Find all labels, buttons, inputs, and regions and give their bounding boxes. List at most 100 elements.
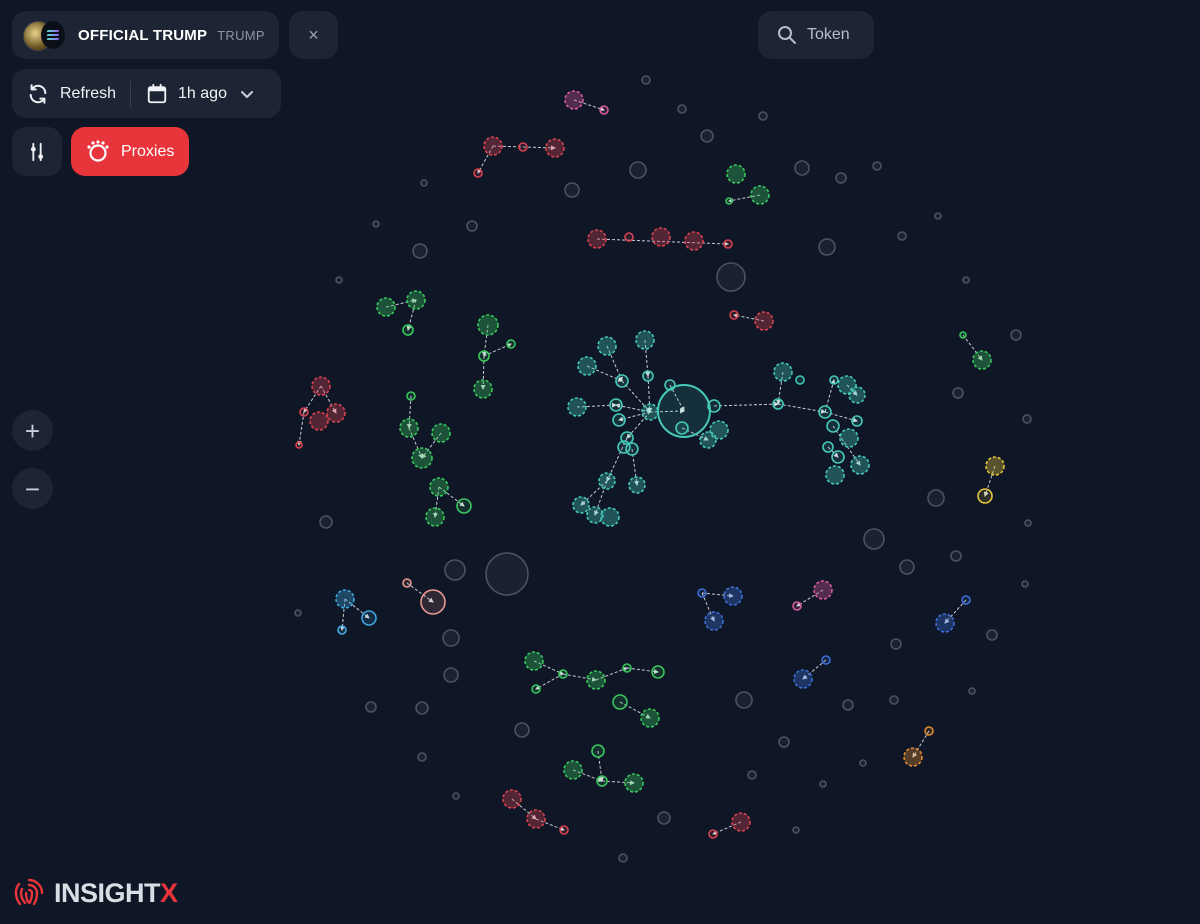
wallet-node-orange[interactable] [924, 726, 934, 736]
wallet-node-blue[interactable] [961, 595, 971, 605]
wallet-node-red[interactable] [684, 231, 704, 251]
wallet-node-unlinked[interactable] [412, 243, 428, 259]
wallet-node-unlinked[interactable] [842, 699, 854, 711]
wallet-node-unlinked[interactable] [641, 75, 651, 85]
wallet-node-red[interactable] [729, 310, 739, 320]
wallet-node-pink[interactable] [792, 601, 802, 611]
wallet-node-teal[interactable] [635, 330, 655, 350]
wallet-node-pink[interactable] [564, 90, 584, 110]
wallet-node-green[interactable] [959, 331, 967, 339]
wallet-node-green[interactable] [563, 760, 583, 780]
wallet-node-unlinked[interactable] [618, 853, 628, 863]
filter-settings-button[interactable] [12, 127, 62, 176]
wallet-node-unlinked[interactable] [716, 262, 746, 292]
wallet-node-green[interactable] [612, 694, 628, 710]
wallet-node-red[interactable] [731, 812, 751, 832]
wallet-node-green[interactable] [429, 477, 449, 497]
wallet-node-unlinked[interactable] [700, 129, 714, 143]
wallet-node-unlinked[interactable] [747, 770, 757, 780]
wallet-node-green[interactable] [478, 350, 490, 362]
wallet-node-red[interactable] [309, 411, 329, 431]
wallet-node-red[interactable] [326, 403, 346, 423]
wallet-node-green[interactable] [506, 339, 516, 349]
wallet-node-red[interactable] [518, 142, 528, 152]
wallet-node-unlinked[interactable] [889, 695, 899, 705]
wallet-node-unlinked[interactable] [629, 161, 647, 179]
wallet-node-unlinked[interactable] [466, 220, 478, 232]
wallet-node-red[interactable] [559, 825, 569, 835]
wallet-node-blue[interactable] [723, 586, 743, 606]
wallet-node-unlinked[interactable] [968, 687, 976, 695]
wallet-node-unlinked[interactable] [514, 722, 530, 738]
wallet-node-unlinked[interactable] [677, 104, 687, 114]
wallet-node-teal[interactable] [850, 455, 870, 475]
wallet-node-blue[interactable] [793, 669, 813, 689]
wallet-node-red[interactable] [483, 136, 503, 156]
wallet-node-green[interactable] [622, 663, 632, 673]
wallet-node-unlinked[interactable] [442, 629, 460, 647]
wallet-node-green[interactable] [411, 447, 433, 469]
wallet-node-teal[interactable] [839, 428, 859, 448]
wallet-node-red[interactable] [587, 229, 607, 249]
wallet-node-teal[interactable] [641, 403, 659, 421]
wallet-node-unlinked[interactable] [1021, 580, 1029, 588]
wallet-node-unlinked[interactable] [294, 609, 302, 617]
wallet-node-unlinked[interactable] [962, 276, 970, 284]
wallet-node-unlinked[interactable] [758, 111, 768, 121]
wallet-node-green[interactable] [406, 290, 426, 310]
wallet-node-green[interactable] [640, 708, 660, 728]
wallet-node-teal[interactable] [615, 374, 629, 388]
wallet-node-teal[interactable] [707, 399, 721, 413]
wallet-node-yellow[interactable] [977, 488, 993, 504]
wallet-node-green[interactable] [725, 197, 733, 205]
wallet-node-teal[interactable] [826, 419, 840, 433]
wallet-node-green[interactable] [402, 324, 414, 336]
wallet-node-unlinked[interactable] [792, 826, 800, 834]
wallet-node-unlinked[interactable] [863, 528, 885, 550]
wallet-node-green[interactable] [376, 297, 396, 317]
wallet-node-green[interactable] [972, 350, 992, 370]
wallet-node-green[interactable] [586, 670, 606, 690]
wallet-node-salmon[interactable] [402, 578, 412, 588]
wallet-node-unlinked[interactable] [417, 752, 427, 762]
wallet-node-teal[interactable] [822, 441, 834, 453]
zoom-out-button[interactable]: − [12, 468, 53, 509]
wallet-node-red[interactable] [723, 239, 733, 249]
wallet-node-unlinked[interactable] [735, 691, 753, 709]
wallet-node-unlinked[interactable] [835, 172, 847, 184]
wallet-node-unlinked[interactable] [372, 220, 380, 228]
wallet-node-green[interactable] [399, 418, 419, 438]
wallet-node-red[interactable] [624, 232, 634, 242]
wallet-node-green[interactable] [591, 744, 605, 758]
close-button[interactable]: × [289, 11, 338, 59]
wallet-node-unlinked[interactable] [897, 231, 907, 241]
wallet-node-green[interactable] [524, 651, 544, 671]
wallet-node-pink[interactable] [813, 580, 833, 600]
wallet-node-red[interactable] [545, 138, 565, 158]
wallet-node-green[interactable] [456, 498, 472, 514]
wallet-node-teal[interactable] [612, 413, 626, 427]
token-selector[interactable]: OFFICIAL TRUMP TRUMP [12, 11, 279, 59]
wallet-node-salmon[interactable] [420, 589, 446, 615]
wallet-node-unlinked[interactable] [444, 559, 466, 581]
wallet-node-unlinked[interactable] [1024, 519, 1032, 527]
wallet-node-yellow[interactable] [985, 456, 1005, 476]
wallet-node-unlinked[interactable] [319, 515, 333, 529]
wallet-node-orange[interactable] [903, 747, 923, 767]
wallet-node-green[interactable] [406, 391, 416, 401]
wallet-node-teal[interactable] [709, 420, 729, 440]
wallet-node-red[interactable] [299, 407, 309, 417]
wallet-node-unlinked[interactable] [657, 811, 671, 825]
wallet-node-red[interactable] [295, 441, 303, 449]
wallet-node-teal[interactable] [851, 415, 863, 427]
wallet-node-lightblue[interactable] [337, 625, 347, 635]
wallet-node-unlinked[interactable] [1022, 414, 1032, 424]
wallet-node-lightblue[interactable] [335, 589, 355, 609]
wallet-node-teal[interactable] [831, 450, 845, 464]
wallet-node-teal[interactable] [567, 397, 587, 417]
wallet-node-teal[interactable] [675, 421, 689, 435]
wallet-node-teal[interactable] [825, 465, 845, 485]
wallet-node-unlinked[interactable] [794, 160, 810, 176]
wallet-node-unlinked[interactable] [415, 701, 429, 715]
wallet-node-teal[interactable] [577, 356, 597, 376]
